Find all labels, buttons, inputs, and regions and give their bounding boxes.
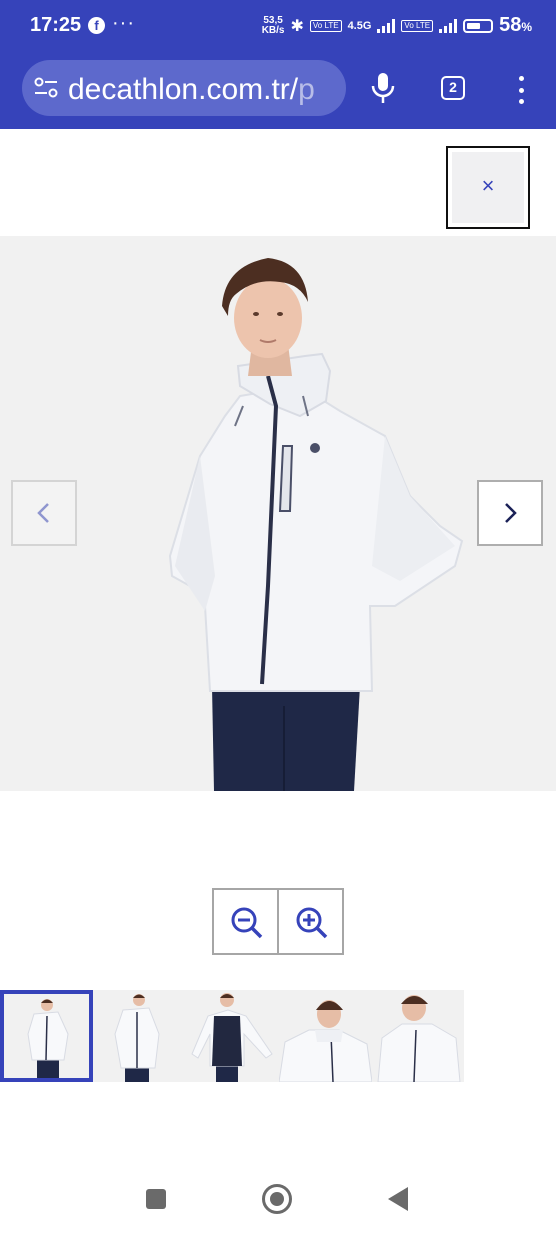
microphone-icon[interactable] [370,72,396,104]
volte-badge-2: Vo LTE [401,19,434,32]
zoom-out-button[interactable] [214,890,277,953]
zoom-controls [212,888,344,955]
thumbnail-front-side-image [114,994,160,1082]
thumbnail-open[interactable] [186,990,279,1082]
tab-switcher-button[interactable]: 2 [441,76,465,100]
url-text[interactable]: decathlon.com.tr/p [68,73,340,107]
url-path: p [298,73,315,106]
recents-button-icon[interactable] [146,1189,166,1209]
battery-icon [463,18,494,33]
close-icon: × [481,173,495,198]
home-button-icon[interactable] [262,1184,292,1214]
signal-bars-1-icon [377,18,396,33]
battery-percent-value: 58 [499,14,522,36]
close-gallery-button[interactable]: × [446,146,530,229]
next-image-button[interactable] [477,480,543,546]
facebook-icon: f [88,17,105,34]
more-notifications-icon: ··· [112,12,135,34]
signal-bars-2-icon [439,18,458,33]
product-image [168,258,464,791]
chevron-left-icon [37,503,49,523]
previous-image-button[interactable] [11,480,77,546]
zoom-in-icon [296,907,328,939]
site-settings-icon[interactable] [34,77,58,99]
product-image-viewer[interactable] [0,236,556,791]
status-bar: 17:25 f ··· 53,5 KB/s ✱ Vo LTE 4.5G Vo L… [0,0,556,52]
thumbnail-front[interactable] [0,990,93,1082]
browser-menu-icon[interactable] [514,76,528,104]
battery-percent-symbol: % [521,20,532,34]
thumbnail-strip [0,990,464,1082]
status-indicators: 53,5 KB/s ✱ Vo LTE 4.5G Vo LTE 58% [262,14,532,37]
bluetooth-icon: ✱ [290,17,304,35]
chevron-right-icon [505,503,517,523]
network-speed-unit: KB/s [261,24,285,36]
network-speed: 53,5 KB/s [261,15,285,36]
url-host: decathlon.com.tr/ [68,73,299,106]
thumbnail-side-image [377,995,461,1082]
thumbnail-front-side[interactable] [93,990,186,1082]
thumbnail-collar-closeup[interactable] [279,990,372,1082]
address-bar[interactable]: decathlon.com.tr/p [22,60,346,116]
network-type: 4.5G [347,19,372,32]
battery-percent: 58% [499,14,532,37]
thumbnail-side[interactable] [372,990,465,1082]
zoom-out-icon [231,907,263,939]
thumbnail-collar-closeup-image [279,1000,372,1082]
browser-chrome: 17:25 f ··· 53,5 KB/s ✱ Vo LTE 4.5G Vo L… [0,0,556,129]
volte-badge-1: Vo LTE [309,19,342,32]
zoom-in-button[interactable] [277,890,342,953]
thumbnail-front-image [4,994,89,1078]
thumbnail-open-image [191,993,273,1082]
back-button-icon[interactable] [388,1187,408,1211]
battery-fill [467,22,481,29]
status-time: 17:25 [30,14,82,36]
